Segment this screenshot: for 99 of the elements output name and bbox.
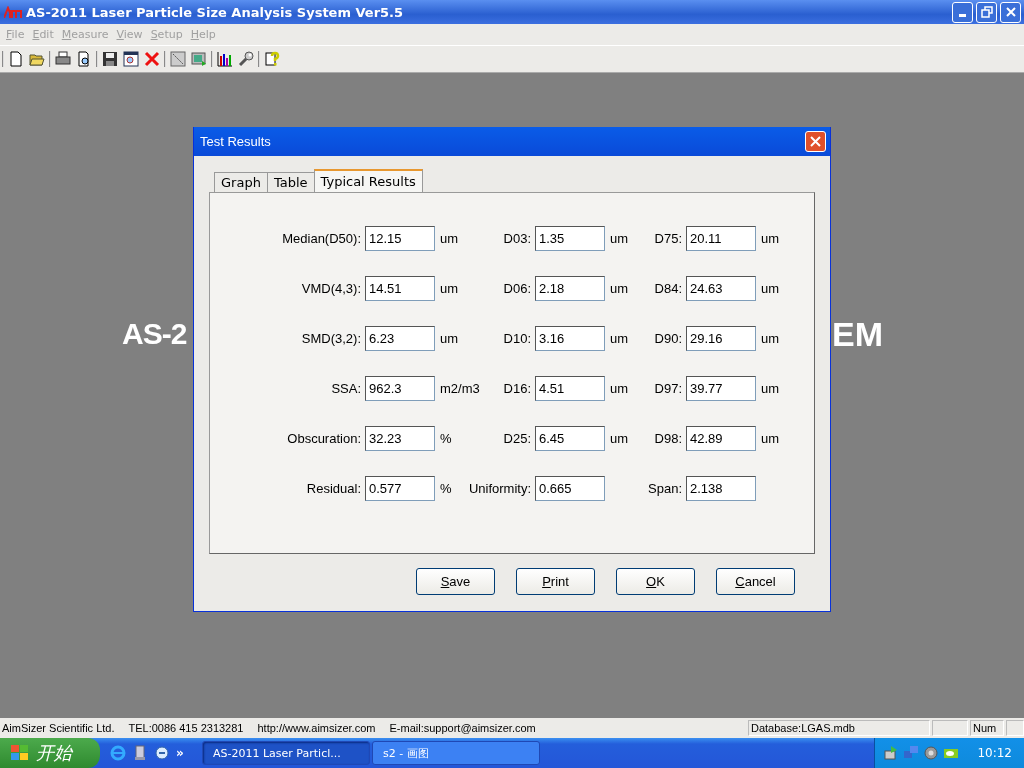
value-field[interactable]: 12.15 [365,226,435,251]
value-field[interactable]: 1.35 [535,226,605,251]
value-field[interactable]: 0.577 [365,476,435,501]
windows-flag-icon [10,744,30,762]
field-label: Residual: [306,481,361,496]
field-label: Obscuration: [287,431,361,446]
field-label: D90: [654,331,682,346]
value-field[interactable]: 29.16 [686,326,756,351]
dialog-button[interactable]: Print [516,568,595,595]
taskbar-button[interactable]: s2 - 画图 [372,741,540,765]
field-label: D10: [503,331,531,346]
field-label: D25: [503,431,531,446]
close-button[interactable] [1000,1,1021,23]
value-field[interactable]: 2.138 [686,476,756,501]
browser-icon[interactable] [110,745,126,761]
new-file-icon[interactable] [8,51,24,67]
value-field[interactable]: 42.89 [686,426,756,451]
field-label: D97: [654,381,682,396]
close-icon [810,136,821,147]
field-label: Median(D50): [282,231,361,246]
close-button[interactable] [805,131,826,152]
unit-label: um [761,231,780,246]
print-preview-icon[interactable] [76,51,92,67]
field-label: D06: [503,281,531,296]
minimize-button[interactable] [952,1,973,23]
value-field[interactable]: 962.3 [365,376,435,401]
unit-label: um [610,431,629,446]
background-title-text: EM [832,315,883,353]
field-label: D84: [654,281,682,296]
help-icon[interactable] [264,51,280,67]
status-text: Num [973,722,997,734]
overflow-button[interactable]: » [176,746,192,760]
value-field[interactable]: 32.23 [365,426,435,451]
unit-label: % [440,431,452,446]
value-field[interactable]: 0.665 [535,476,605,501]
field-label: D03: [503,231,531,246]
printer-icon[interactable] [55,51,71,67]
unit-label: um [761,431,780,446]
bar-chart-icon[interactable] [217,51,233,67]
value-field[interactable]: 6.23 [365,326,435,351]
wrench-icon[interactable] [238,51,254,67]
diagonal-window-icon[interactable] [170,51,186,67]
value-field[interactable]: 39.77 [686,376,756,401]
field-label: D98: [654,431,682,446]
dialog-title: Test Results [200,134,271,149]
taskbar-button[interactable]: AS-2011 Laser Particl... [202,741,370,765]
status-text: AimSizer Scientific Ltd. [2,722,115,734]
unit-label: um [761,281,780,296]
field-label: Span: [648,481,682,496]
field-label: VMD(4,3): [301,281,361,296]
value-field[interactable]: 3.16 [535,326,605,351]
clock: 10:12 [977,746,1012,760]
restore-icon [980,6,993,18]
unit-label: um [440,231,459,246]
value-field[interactable]: 20.11 [686,226,756,251]
minimize-icon [959,14,966,17]
unit-label: um [440,331,459,346]
value-field[interactable]: 14.51 [365,276,435,301]
tab[interactable]: Typical Results [313,169,423,192]
window-title: AS-2011 Laser Particle Size Analysis System Ver5.5 [26,4,405,20]
dialog-button[interactable]: Cancel [716,568,795,595]
unit-label: um [610,281,629,296]
zoom-window-icon[interactable] [123,51,139,67]
play-window-icon[interactable] [191,51,207,67]
restore-button[interactable] [976,1,997,23]
value-field[interactable]: 24.63 [686,276,756,301]
unit-label: um [761,331,780,346]
unit-label: m2/m3 [440,381,480,396]
field-label: Uniformity: [468,481,531,496]
dialog-button[interactable]: Save [416,568,495,595]
unit-label: um [440,281,459,296]
unit-label: um [610,331,629,346]
app-logo-icon [4,6,22,18]
tab[interactable]: Graph [214,172,268,192]
start-button[interactable]: 开始 [0,738,100,768]
value-field[interactable]: 2.18 [535,276,605,301]
field-label: D16: [503,381,531,396]
status-panel [1006,720,1024,736]
unit-label: % [440,481,452,496]
status-text: http://www.aimsizer.com [257,722,376,734]
status-panel [932,720,968,736]
value-field[interactable]: 6.45 [535,426,605,451]
open-folder-icon[interactable] [29,51,45,67]
value-field[interactable]: 4.51 [535,376,605,401]
save-icon[interactable] [102,51,118,67]
field-label: D75: [654,231,682,246]
field-label: SSA: [331,381,361,396]
dialog-button[interactable]: OK [616,568,695,595]
background-title-text: AS-2 [122,316,187,352]
delete-icon[interactable] [144,51,160,67]
unit-label: um [610,231,629,246]
unit-label: um [610,381,629,396]
speaker-icon[interactable] [923,745,940,761]
unit-label: um [761,381,780,396]
field-label: SMD(3,2): [301,331,361,346]
status-text: TEL:0086 415 2313281 [128,722,244,734]
status-text: E-mail:support@aimsizer.com [389,722,536,734]
close-icon [1004,6,1017,18]
status-text: Database:LGAS.mdb [751,722,855,734]
